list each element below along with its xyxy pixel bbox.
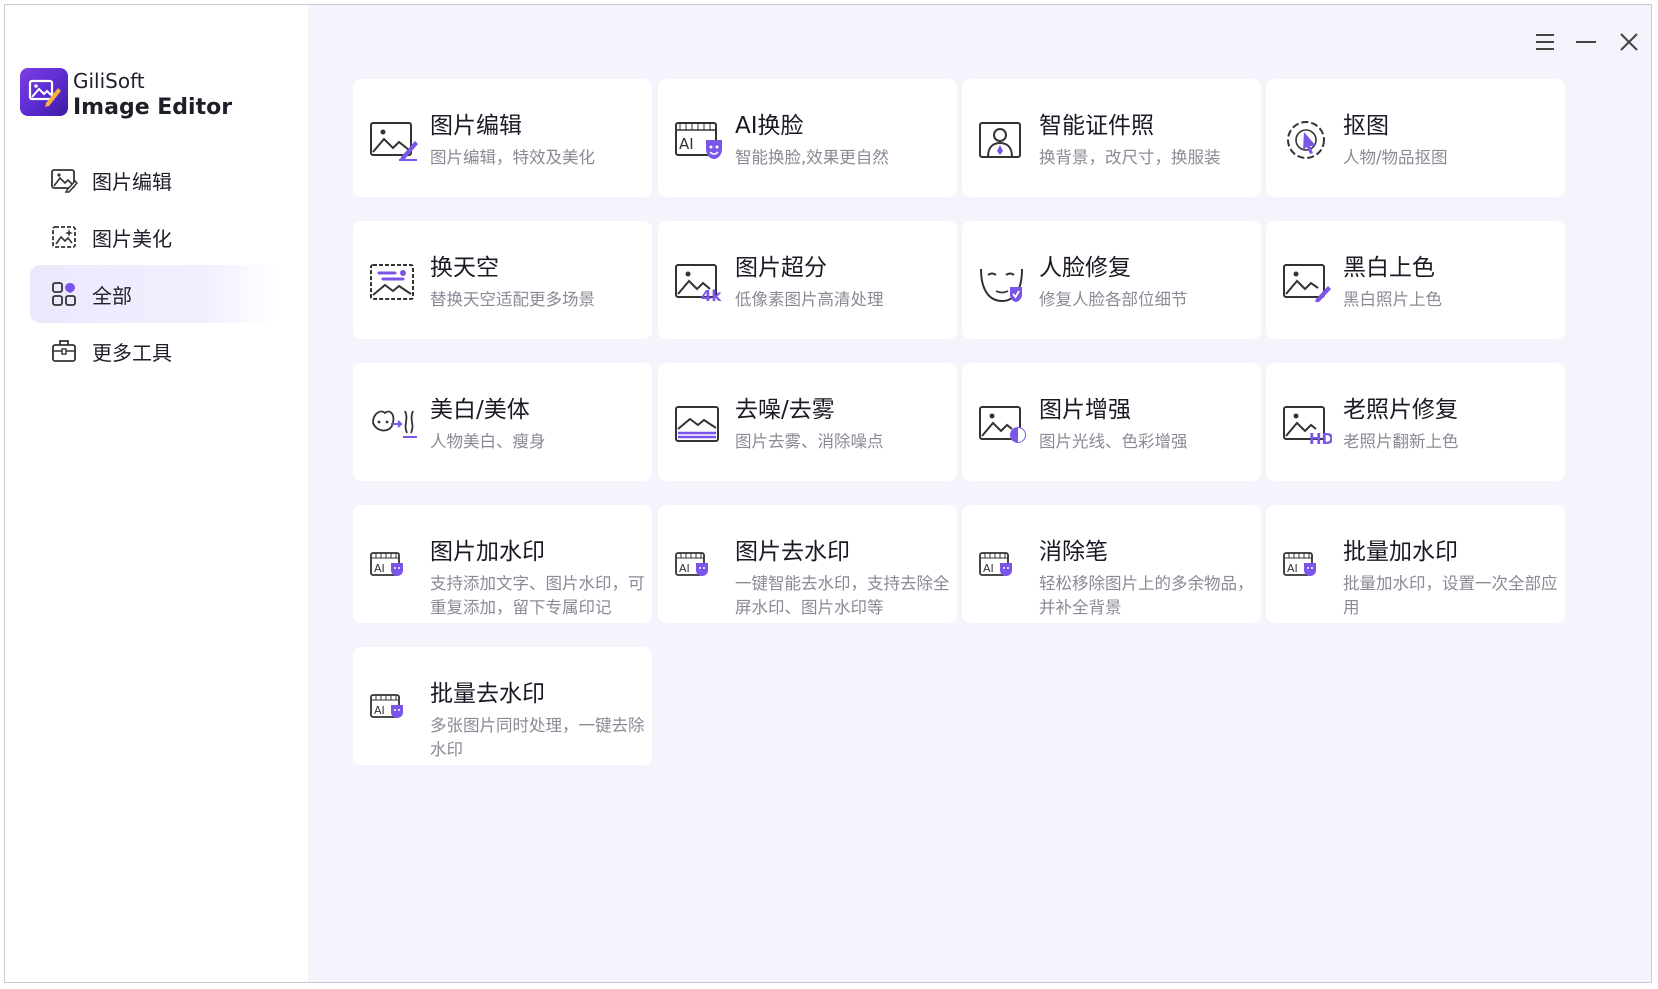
sidebar-item-image-edit[interactable]: 图片编辑 [30, 151, 278, 209]
menu-icon[interactable] [1530, 27, 1560, 57]
svg-text:AI: AI [1287, 562, 1298, 575]
tool-card-body-beautify[interactable]: 美白/美体 人物美白、瘦身 [353, 363, 652, 481]
ai-face-swap-icon: AI [675, 122, 722, 159]
denoise-icon [675, 406, 719, 442]
tool-desc: 一键智能去水印，支持去除全屏水印、图片水印等 [735, 574, 950, 617]
svg-text:AI: AI [374, 704, 385, 717]
sidebar-item-label: 更多工具 [92, 340, 172, 365]
tool-card-id-photo[interactable]: 智能证件照 换背景，改尺寸，换服装 [962, 79, 1261, 197]
app-window: GiliSoft Image Editor 图片编辑 图片美化 全部 更多工具 … [4, 4, 1652, 983]
tool-desc: 替换天空适配更多场景 [430, 290, 595, 309]
upscale-4k-icon: 4k [675, 264, 722, 303]
sidebar-item-image-beautify[interactable]: 图片美化 [30, 208, 278, 266]
tool-desc: 修复人脸各部位细节 [1039, 290, 1188, 309]
svg-text:AI: AI [983, 562, 994, 575]
sidebar-item-label: 图片编辑 [92, 169, 172, 194]
tool-card-watermark-remove[interactable]: AI 图片去水印 一键智能去水印，支持去除全屏水印、图片水印等 [658, 505, 957, 623]
tool-desc: 图片去雾、消除噪点 [735, 432, 884, 451]
tool-title: 黑白上色 [1343, 255, 1435, 281]
app-name: GiliSoft Image Editor [73, 68, 232, 122]
app-name-line1: GiliSoft [73, 69, 145, 93]
tool-desc: 支持添加文字、图片水印，可重复添加，留下专属印记 [430, 574, 645, 617]
svg-text:AI: AI [374, 562, 385, 575]
svg-text:HD: HD [1309, 430, 1332, 445]
enhance-icon [979, 406, 1026, 443]
svg-text:AI: AI [679, 562, 690, 575]
tool-title: 图片去水印 [735, 539, 850, 565]
app-logo [20, 68, 68, 116]
tool-desc: 换背景，改尺寸，换服装 [1039, 148, 1221, 167]
close-icon[interactable] [1614, 27, 1644, 57]
ai-batch-remove-icon: AI [370, 694, 403, 718]
tool-title: 消除笔 [1039, 539, 1108, 565]
cutout-icon [1287, 121, 1325, 159]
app-name-line2: Image Editor [73, 95, 233, 120]
tool-title: 图片加水印 [430, 539, 545, 565]
tool-card-sky-replace[interactable]: 换天空 替换天空适配更多场景 [353, 221, 652, 339]
tool-card-denoise[interactable]: 去噪/去雾 图片去雾、消除噪点 [658, 363, 957, 481]
tool-desc: 图片编辑，特效及美化 [430, 148, 595, 167]
tool-card-enhance[interactable]: 图片增强 图片光线、色彩增强 [962, 363, 1261, 481]
tool-title: 图片增强 [1039, 397, 1131, 423]
tool-title: 换天空 [430, 255, 499, 281]
tool-card-ai-face-swap[interactable]: AI AI换脸 智能换脸,效果更自然 [658, 79, 957, 197]
tool-title: 人脸修复 [1039, 255, 1131, 281]
tool-title: 批量加水印 [1343, 539, 1458, 565]
tool-card-batch-watermark[interactable]: AI 批量加水印 批量加水印，设置一次全部应用 [1266, 505, 1565, 623]
face-repair-icon [980, 268, 1023, 303]
photo-edit-icon [370, 122, 418, 161]
sidebar-item-more-tools[interactable]: 更多工具 [30, 322, 278, 380]
tool-title: 抠图 [1343, 113, 1389, 139]
ai-watermark-add-icon: AI [370, 552, 403, 576]
tool-title: 图片编辑 [430, 113, 522, 139]
tool-title: AI换脸 [735, 113, 804, 139]
main-content: 图片编辑 图片编辑，特效及美化 AI AI换脸 智能换脸,效果更自然 智能证件照… [308, 5, 1651, 982]
tool-desc: 人物/物品抠图 [1343, 148, 1448, 167]
sky-replace-icon [370, 264, 414, 300]
tool-card-eraser[interactable]: AI 消除笔 轻松移除图片上的多余物品，并补全背景 [962, 505, 1261, 623]
tool-card-old-photo[interactable]: HD 老照片修复 老照片翻新上色 [1266, 363, 1565, 481]
tool-desc: 人物美白、瘦身 [430, 432, 546, 451]
tool-card-cutout[interactable]: 抠图 人物/物品抠图 [1266, 79, 1565, 197]
tool-title: 去噪/去雾 [735, 397, 835, 423]
toolbox-icon [52, 340, 76, 362]
tool-card-image-edit[interactable]: 图片编辑 图片编辑，特效及美化 [353, 79, 652, 197]
tool-title: 智能证件照 [1039, 113, 1154, 139]
tool-card-watermark-add[interactable]: AI 图片加水印 支持添加文字、图片水印，可重复添加，留下专属印记 [353, 505, 652, 623]
sidebar: GiliSoft Image Editor 图片编辑 图片美化 全部 更多工具 [5, 5, 308, 982]
tool-card-upscale[interactable]: 4k 图片超分 低像素图片高清处理 [658, 221, 957, 339]
ai-watermark-remove-icon: AI [675, 552, 708, 576]
tool-title: 批量去水印 [430, 681, 545, 707]
old-photo-hd-icon: HD [1283, 406, 1332, 445]
tool-title: 老照片修复 [1343, 397, 1458, 423]
image-beautify-icon [52, 226, 76, 248]
svg-text:AI: AI [679, 135, 694, 153]
sidebar-item-label: 全部 [92, 283, 132, 308]
image-edit-icon [51, 169, 78, 193]
tool-desc: 批量加水印，设置一次全部应用 [1343, 574, 1558, 617]
sidebar-item-all[interactable]: 全部 [30, 265, 278, 323]
tool-desc: 多张图片同时处理，一键去除水印 [430, 716, 645, 759]
tool-desc: 黑白照片上色 [1343, 290, 1442, 309]
tool-desc: 老照片翻新上色 [1343, 432, 1459, 451]
id-photo-icon [979, 122, 1021, 158]
tool-card-face-repair[interactable]: 人脸修复 修复人脸各部位细节 [962, 221, 1261, 339]
sidebar-item-label: 图片美化 [92, 226, 172, 251]
tool-desc: 轻松移除图片上的多余物品，并补全背景 [1039, 574, 1254, 617]
tool-title: 美白/美体 [430, 397, 530, 423]
tool-desc: 智能换脸,效果更自然 [735, 148, 889, 167]
ai-eraser-icon: AI [979, 552, 1012, 576]
body-beautify-icon [372, 410, 417, 438]
tool-card-colorize[interactable]: 黑白上色 黑白照片上色 [1266, 221, 1565, 339]
tool-desc: 低像素图片高清处理 [735, 290, 884, 309]
colorize-icon [1283, 264, 1331, 302]
tool-title: 图片超分 [735, 255, 827, 281]
svg-text:4k: 4k [701, 287, 722, 303]
tool-card-batch-remove[interactable]: AI 批量去水印 多张图片同时处理，一键去除水印 [353, 647, 652, 765]
ai-batch-watermark-icon: AI [1283, 552, 1316, 576]
minimize-icon[interactable] [1571, 27, 1601, 57]
tool-desc: 图片光线、色彩增强 [1039, 432, 1188, 451]
grid-all-icon [52, 282, 76, 306]
